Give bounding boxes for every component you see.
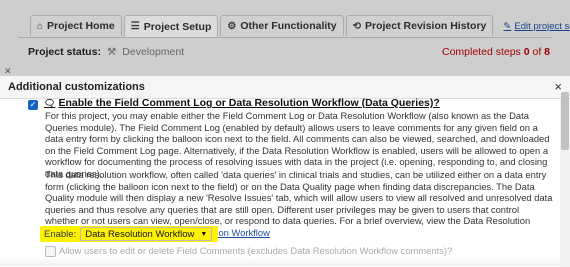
field-comment-log-checkbox[interactable]: ✓ xyxy=(28,100,38,110)
allow-edit-comments-checkbox[interactable] xyxy=(45,246,56,257)
enable-row: Enable: Data Resolution Workflow ▼ xyxy=(40,226,219,242)
scrollbar-thumb[interactable] xyxy=(561,92,569,150)
option-title-text: Enable the Field Comment Log or Data Res… xyxy=(58,97,440,109)
enable-select[interactable]: Data Resolution Workflow ▼ xyxy=(80,227,213,241)
bottom-fade xyxy=(0,258,560,266)
dialog-title: Additional customizations xyxy=(8,81,145,93)
comments-icon: 🗨 xyxy=(44,98,56,108)
dialog-header: Additional customizations × xyxy=(0,76,570,99)
allow-edit-comments-label: Allow users to edit or delete Field Comm… xyxy=(59,245,453,256)
option-title: 🗨 Enable the Field Comment Log or Data Re… xyxy=(44,97,440,109)
enable-select-value: Data Resolution Workflow xyxy=(85,228,195,240)
enable-label: Enable: xyxy=(44,228,77,240)
chevron-down-icon: ▼ xyxy=(200,230,208,238)
modal-overlay[interactable] xyxy=(0,0,570,75)
